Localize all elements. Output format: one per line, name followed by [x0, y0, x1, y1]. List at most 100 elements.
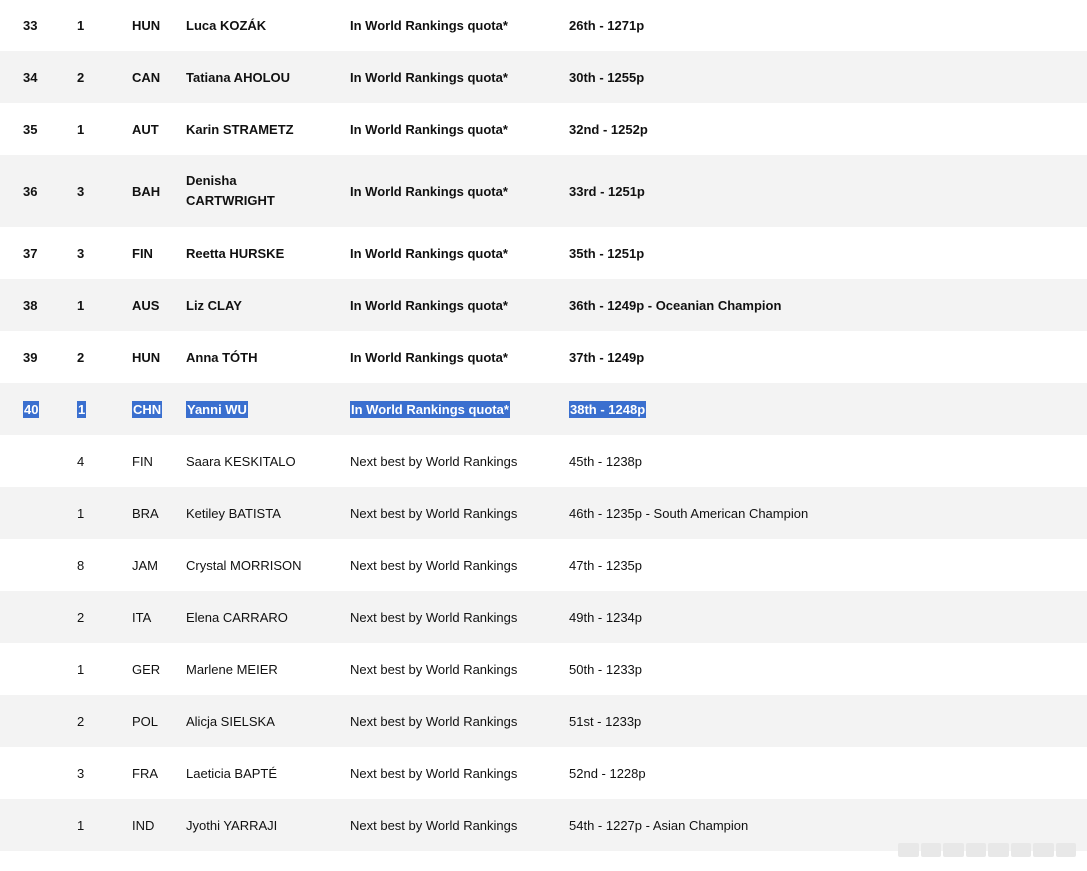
country-cell: BRA — [132, 505, 159, 521]
position-cell: 40 — [23, 383, 63, 435]
position-cell — [23, 487, 63, 539]
athlete-name-cell: Luca KOZÁK — [186, 17, 267, 33]
qualification-cell: Next best by World Rankings — [350, 609, 518, 625]
national-rank-cell: 8 — [77, 557, 85, 573]
world-ranking-cell: 37th - 1249p — [569, 349, 645, 365]
athlete-name-cell: Crystal MORRISON — [186, 557, 302, 573]
country-cell: JAM — [132, 557, 158, 573]
country-cell: AUS — [132, 297, 160, 313]
table-row: 37 3 FIN Reetta HURSKE In World Rankings… — [0, 227, 1087, 279]
selected-text: 38th - 1248p — [569, 400, 647, 418]
athlete-name-cell: Liz CLAY — [186, 297, 242, 313]
country-cell: ITA — [132, 609, 152, 625]
national-rank-cell: 1 — [77, 661, 85, 677]
position-cell — [23, 643, 63, 695]
table-row: 2 ITA Elena CARRARO Next best by World R… — [0, 591, 1087, 643]
country-cell: HUN — [132, 349, 161, 365]
position-cell: 34 — [23, 69, 38, 85]
selected-text: 40 — [23, 400, 40, 418]
national-rank-cell: 4 — [77, 453, 85, 469]
qualification-cell: In World Rankings quota* — [350, 69, 508, 85]
athlete-name-text: Denisha CARTWRIGHT — [186, 173, 275, 208]
table-row: 33 1 HUN Luca KOZÁK In World Rankings qu… — [0, 0, 1087, 51]
position-cell: 35 — [23, 121, 38, 137]
position-cell — [23, 747, 63, 799]
country-cell: GER — [132, 661, 161, 677]
position-cell: 39 — [23, 349, 38, 365]
position-cell: 38 — [23, 297, 38, 313]
world-ranking-cell: 52nd - 1228p — [569, 765, 646, 781]
athlete-name-cell: Karin STRAMETZ — [186, 121, 294, 137]
country-cell: CAN — [132, 69, 161, 85]
national-rank-cell: 1 — [77, 17, 85, 33]
table-row: 36 3 BAH Denisha CARTWRIGHT In World Ran… — [0, 155, 1087, 227]
qualification-cell: Next best by World Rankings — [350, 713, 518, 729]
world-ranking-cell: 51st - 1233p — [569, 713, 642, 729]
national-rank-cell: 3 — [77, 183, 85, 199]
table-row: 34 2 CAN Tatiana AHOLOU In World Ranking… — [0, 51, 1087, 103]
country-cell: FIN — [132, 453, 153, 469]
position-cell — [23, 799, 63, 851]
qualification-table: 33 1 HUN Luca KOZÁK In World Rankings qu… — [0, 0, 1087, 852]
position-cell — [23, 591, 63, 643]
national-rank-cell: 1 — [77, 121, 85, 137]
selected-text: 1 — [77, 400, 87, 418]
national-rank-cell: 2 — [77, 713, 85, 729]
athlete-name-cell: Denisha CARTWRIGHT — [186, 155, 336, 227]
table-row: 8 JAM Crystal MORRISON Next best by Worl… — [0, 539, 1087, 591]
athlete-name-cell: Jyothi YARRAJI — [186, 817, 278, 833]
athlete-name-cell: Laeticia BAPTÉ — [186, 765, 278, 781]
athlete-name-cell: Elena CARRARO — [186, 609, 288, 625]
country-cell: POL — [132, 713, 159, 729]
country-cell: CHN — [132, 383, 182, 435]
athlete-name-cell: Anna TÓTH — [186, 349, 258, 365]
country-cell: FRA — [132, 765, 158, 781]
country-cell: BAH — [132, 183, 161, 199]
qualification-cell: Next best by World Rankings — [350, 453, 518, 469]
qualification-cell: Next best by World Rankings — [350, 661, 518, 677]
qualification-cell: In World Rankings quota* — [350, 183, 508, 199]
national-rank-cell: 1 — [77, 383, 117, 435]
qualification-cell: In World Rankings quota* — [350, 349, 508, 365]
selected-text: Yanni WU — [186, 400, 248, 418]
qualification-cell: Next best by World Rankings — [350, 817, 518, 833]
qualification-cell: In World Rankings quota* — [350, 297, 508, 313]
table-row: 38 1 AUS Liz CLAY In World Rankings quot… — [0, 279, 1087, 331]
athlete-name-cell: Ketiley BATISTA — [186, 505, 281, 521]
world-ranking-cell: 35th - 1251p — [569, 245, 645, 261]
qualification-cell: In World Rankings quota* — [350, 245, 508, 261]
athlete-name-cell: Alicja SIELSKA — [186, 713, 275, 729]
table-row: 35 1 AUT Karin STRAMETZ In World Ranking… — [0, 103, 1087, 155]
country-cell: HUN — [132, 17, 161, 33]
national-rank-cell: 2 — [77, 69, 85, 85]
selected-text: CHN — [132, 400, 163, 418]
table-row-selected: 40 1 CHN Yanni WU In World Rankings quot… — [0, 383, 1087, 435]
qualification-cell: In World Rankings quota* — [350, 121, 508, 137]
position-cell: 36 — [23, 183, 38, 199]
world-ranking-cell: 46th - 1235p - South American Champion — [569, 505, 809, 521]
table-row: 3 FRA Laeticia BAPTÉ Next best by World … — [0, 747, 1087, 799]
horizontal-scroll-indicator[interactable] — [898, 843, 1076, 857]
world-ranking-cell: 45th - 1238p — [569, 453, 643, 469]
position-cell — [23, 695, 63, 747]
athlete-name-cell: Marlene MEIER — [186, 661, 278, 677]
athlete-name-cell: Reetta HURSKE — [186, 245, 285, 261]
world-ranking-cell: 30th - 1255p — [569, 69, 645, 85]
national-rank-cell: 1 — [77, 505, 85, 521]
national-rank-cell: 2 — [77, 609, 85, 625]
national-rank-cell: 2 — [77, 349, 85, 365]
table-row: 2 POL Alicja SIELSKA Next best by World … — [0, 695, 1087, 747]
qualification-cell: Next best by World Rankings — [350, 765, 518, 781]
selected-text: In World Rankings quota* — [350, 400, 510, 418]
country-cell: IND — [132, 817, 155, 833]
qualification-cell: In World Rankings quota* — [350, 17, 508, 33]
country-cell: AUT — [132, 121, 159, 137]
position-cell — [23, 539, 63, 591]
country-cell: FIN — [132, 245, 153, 261]
national-rank-cell: 3 — [77, 765, 85, 781]
athlete-name-cell: Tatiana AHOLOU — [186, 69, 291, 85]
position-cell: 33 — [23, 17, 38, 33]
world-ranking-cell: 50th - 1233p — [569, 661, 643, 677]
table-row: 1 BRA Ketiley BATISTA Next best by World… — [0, 487, 1087, 539]
world-ranking-cell: 32nd - 1252p — [569, 121, 648, 137]
